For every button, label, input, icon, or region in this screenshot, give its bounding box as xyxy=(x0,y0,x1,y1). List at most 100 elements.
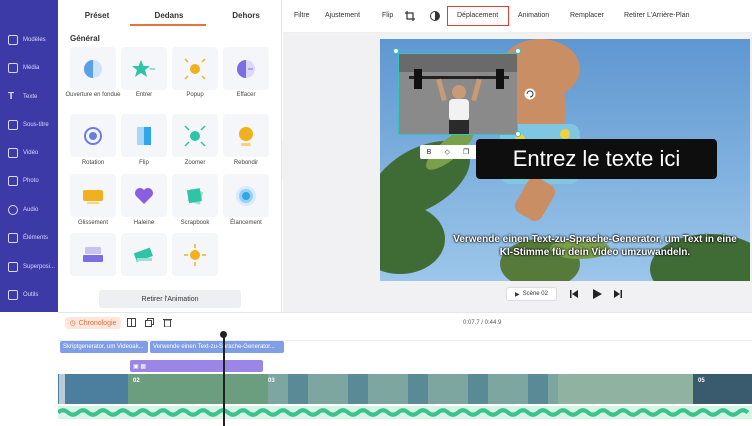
anim-label: Rebondir xyxy=(233,160,259,166)
sidebar-item-tools[interactable]: Outils xyxy=(0,284,58,306)
anim-breath-card[interactable] xyxy=(121,174,167,217)
anim-tilt-card[interactable] xyxy=(121,233,167,276)
tab-out[interactable]: Dehors xyxy=(209,11,283,20)
clock-icon: ◷ xyxy=(69,320,76,327)
sidebar-item-label: Média xyxy=(23,65,40,71)
wipe-icon xyxy=(237,59,255,78)
sidebar-item-label: Audio xyxy=(23,207,39,213)
bold-icon[interactable]: B xyxy=(427,149,432,156)
tab-in[interactable]: Dedans xyxy=(132,11,206,20)
anim-burst-card[interactable] xyxy=(172,233,218,276)
time-display: 0:07.7 / 0:44.9 xyxy=(463,320,502,326)
skip-forward-icon[interactable] xyxy=(613,289,623,299)
anim-label: Effacer xyxy=(236,92,256,98)
playhead-handle[interactable] xyxy=(220,331,227,338)
playhead[interactable] xyxy=(223,333,225,426)
play-icon[interactable] xyxy=(591,288,603,300)
anim-bounce-card[interactable] xyxy=(223,114,269,157)
anim-pulse-card[interactable] xyxy=(223,174,269,217)
anim-rotate-card[interactable] xyxy=(70,114,116,157)
text-headline[interactable]: Entrez le texte ici xyxy=(476,139,717,179)
subtitle-text[interactable]: Verwende einen Text-zu-Sprache-Generator… xyxy=(450,233,740,259)
resize-handle[interactable] xyxy=(515,131,521,137)
subtitle-clip[interactable]: Skriptgenerator, um Videoak... xyxy=(60,341,148,353)
tab-preset[interactable]: Préset xyxy=(60,11,134,20)
pulse-icon xyxy=(236,185,256,206)
audio-track[interactable] xyxy=(56,406,752,419)
resize-handle[interactable] xyxy=(515,48,521,54)
layer-icon[interactable]: ◇ xyxy=(444,148,449,156)
remove-animation-button[interactable]: Retirer l'Animation xyxy=(99,290,241,308)
adjust-button[interactable]: Ajustement xyxy=(325,12,360,19)
anim-stack-card[interactable] xyxy=(70,233,116,276)
gym-image xyxy=(399,54,517,134)
anim-scrapbook-card[interactable] xyxy=(172,174,218,217)
anim-label: Popup xyxy=(186,92,204,98)
remove-background-button[interactable]: Retirer L'Arrière-Plan xyxy=(624,12,690,19)
duplicate-icon[interactable]: ❐ xyxy=(463,148,469,156)
sidebar-item-photo[interactable]: Photo xyxy=(0,170,58,192)
anim-fade-card[interactable] xyxy=(70,47,116,90)
rotate-icon xyxy=(84,126,102,145)
enter-star-icon xyxy=(132,59,155,77)
anim-label: Élancement xyxy=(230,220,262,226)
sidebar-item-subtitle[interactable]: Sous-titre xyxy=(0,114,58,136)
video-icon xyxy=(8,148,18,158)
sidebar-item-media[interactable]: Média xyxy=(0,57,58,79)
zoom-icon xyxy=(184,124,206,147)
sidebar-item-audio[interactable]: Audio xyxy=(0,199,58,221)
sidebar-item-label: Texte xyxy=(23,94,38,100)
copy-icon[interactable] xyxy=(145,318,154,327)
slide-icon xyxy=(83,189,103,204)
anim-label: Entrer xyxy=(135,92,153,98)
burst-icon xyxy=(184,243,206,266)
anim-label: Flip xyxy=(139,160,149,166)
scene-number: 02 xyxy=(133,378,140,384)
sidebar-item-elements[interactable]: Éléments xyxy=(0,227,58,249)
sidebar-item-templates[interactable]: Modèles xyxy=(0,29,58,51)
filter-button[interactable]: Filtre xyxy=(294,12,310,19)
sidebar-item-label: Photo xyxy=(23,178,39,184)
scrapbook-icon xyxy=(186,187,204,205)
resize-handle[interactable] xyxy=(393,48,399,54)
flip-icon xyxy=(137,126,151,145)
overlay-clip[interactable]: ▣ ▦ xyxy=(130,360,263,372)
flip-button[interactable]: Flip xyxy=(382,12,393,19)
scene-number: 05 xyxy=(698,378,705,384)
section-title: Général xyxy=(70,34,100,43)
subtitle-icon xyxy=(8,120,18,130)
scene-selector[interactable]: ▶ Scène 02 xyxy=(506,287,557,301)
split-icon[interactable] xyxy=(127,318,136,327)
replace-button[interactable]: Remplacer xyxy=(570,12,604,19)
video-track[interactable] xyxy=(58,374,752,404)
anim-zoom-card[interactable] xyxy=(172,114,218,157)
trash-icon[interactable] xyxy=(163,318,172,327)
heart-icon xyxy=(135,187,153,204)
picture-in-picture-clip[interactable] xyxy=(398,53,518,135)
timeline-ruler[interactable] xyxy=(58,333,752,341)
left-sidebar: Modèles Média T Texte Sous-titre Vidéo Ph… xyxy=(0,0,58,312)
active-tab-indicator xyxy=(130,24,206,26)
rotate-handle-icon[interactable] xyxy=(524,88,536,100)
skip-back-icon[interactable] xyxy=(569,289,579,299)
anim-flip-card[interactable] xyxy=(121,114,167,157)
stack-icon xyxy=(83,246,103,262)
anim-wipe-card[interactable] xyxy=(223,47,269,90)
anim-slide-card[interactable] xyxy=(70,174,116,217)
anim-label: Rotation xyxy=(81,160,105,166)
anim-enter-card[interactable] xyxy=(121,47,167,90)
sidebar-item-overlay[interactable]: Superposi... xyxy=(0,256,58,278)
timeline-button[interactable]: ◷ Chronologie xyxy=(65,317,121,329)
sidebar-item-label: Éléments xyxy=(23,235,49,241)
sidebar-item-video[interactable]: Vidéo xyxy=(0,142,58,164)
subtitle-clip[interactable]: Verwende einen Text-zu-Sprache-Generator… xyxy=(150,341,284,353)
media-icon xyxy=(8,63,18,73)
crop-icon[interactable] xyxy=(405,11,415,21)
anim-popup-card[interactable] xyxy=(172,47,218,90)
opacity-icon[interactable] xyxy=(430,11,440,21)
play-small-icon: ▶ xyxy=(515,291,520,298)
scene-number: 03 xyxy=(268,378,275,384)
sidebar-item-text[interactable]: T Texte xyxy=(0,86,58,108)
animation-button[interactable]: Animation xyxy=(518,12,549,19)
active-tool-highlight xyxy=(447,6,509,26)
